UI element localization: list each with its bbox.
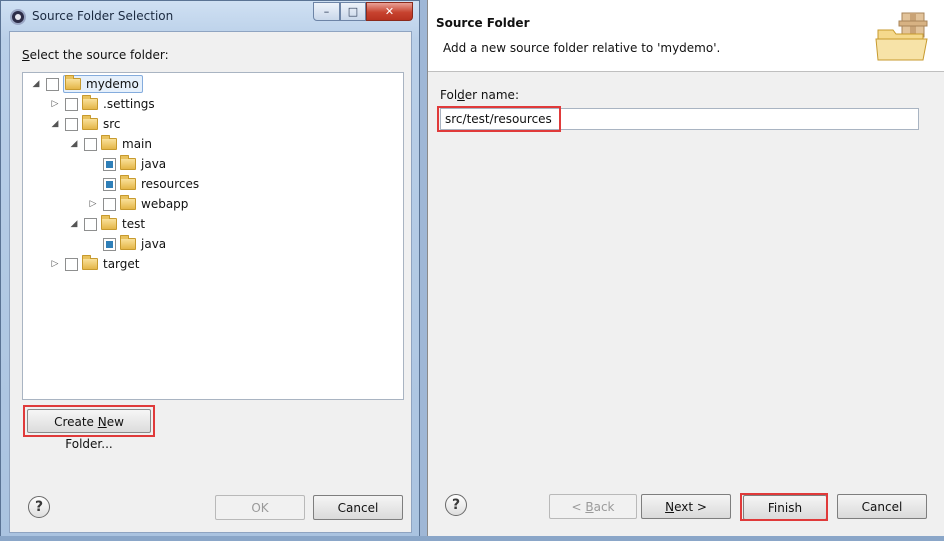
tree-item-test[interactable]: ◢ test [67,214,145,234]
folder-tree[interactable]: ◢ mydemo ▷ .settings ◢ src ◢ main java r… [22,72,404,400]
tree-item-label: src [103,117,121,131]
select-label-text: elect the source folder: [29,48,169,62]
collapsed-arrow-icon[interactable]: ▷ [48,259,62,269]
window-title: Source Folder Selection [32,9,174,23]
tree-item-label: webapp [141,197,189,211]
folder-icon [82,115,98,130]
project-folder-icon [65,75,81,90]
select-source-folder-label: Select the source folder: [22,48,169,62]
folder-icon [101,135,117,150]
tree-checkbox[interactable] [46,77,59,91]
tree-item-resources[interactable]: resources [86,174,199,194]
tree-checkbox-partial[interactable] [103,157,116,171]
source-folder-selection-window: Source Folder Selection – □ ✕ Select the… [0,0,420,541]
bottom-edge [0,536,944,541]
tree-item-label: java [141,157,167,171]
tree-item-main[interactable]: ◢ main [67,134,152,154]
tree-item-settings[interactable]: ▷ .settings [48,94,155,114]
mnemonic-d: d [457,88,465,102]
folder-label-prefix: Fol [440,88,458,102]
help-icon[interactable]: ? [445,494,467,516]
folder-icon [82,255,98,270]
tree-checkbox[interactable] [103,197,116,211]
expanded-arrow-icon[interactable]: ◢ [67,139,81,149]
tree-checkbox-partial[interactable] [103,177,116,191]
folder-icon [120,235,136,250]
finish-button[interactable]: Finish [743,495,827,520]
folder-icon [120,175,136,190]
collapsed-arrow-icon[interactable]: ▷ [86,199,100,209]
expanded-arrow-icon[interactable]: ◢ [67,219,81,229]
tree-checkbox[interactable] [65,117,78,131]
close-button[interactable]: ✕ [366,2,413,21]
folder-icon [120,155,136,170]
tree-checkbox[interactable] [65,257,78,271]
wizard-title: Source Folder [436,16,530,30]
tree-checkbox[interactable] [65,97,78,111]
cancel-button[interactable]: Cancel [837,494,927,519]
wizard-description: Add a new source folder relative to 'myd… [443,41,721,55]
back-suffix: ack [593,500,615,514]
tree-item-main-java[interactable]: java [86,154,166,174]
dialog-body: Select the source folder: ◢ mydemo ▷ .se… [9,31,412,533]
create-new-folder-button[interactable]: Create New Folder... [27,409,151,451]
tree-item-label: test [122,217,146,231]
tree-checkbox[interactable] [84,137,97,151]
expanded-arrow-icon[interactable]: ◢ [48,119,62,129]
create-folder-highlight: Create New Folder... [23,405,155,451]
eclipse-icon [10,9,26,25]
new-source-folder-wizard: Source Folder Add a new source folder re… [427,0,944,541]
next-button[interactable]: Next > [641,494,731,519]
folder-icon [120,195,136,210]
tree-item-test-java[interactable]: java [86,234,166,254]
help-icon[interactable]: ? [28,496,50,518]
expanded-arrow-icon[interactable]: ◢ [29,79,43,89]
tree-item-label: java [141,237,167,251]
mnemonic-b: B [585,500,594,514]
tree-item-label: resources [141,177,200,191]
minimize-button[interactable]: – [313,2,340,21]
create-button-prefix: Create [54,415,98,429]
wizard-header: Source Folder Add a new source folder re… [428,0,944,72]
tree-item-mydemo[interactable]: ◢ mydemo [29,74,143,94]
tree-item-label: main [122,137,152,151]
folder-label-suffix: er name: [464,88,519,102]
folder-name-input[interactable] [440,108,919,130]
mnemonic-s: S [22,48,30,62]
tree-item-webapp[interactable]: ▷ webapp [86,194,188,214]
next-suffix: ext > [674,500,707,514]
back-prefix: < [571,500,586,514]
tree-item-label: .settings [103,97,155,111]
tree-checkbox[interactable] [84,217,97,231]
collapsed-arrow-icon[interactable]: ▷ [48,99,62,109]
mnemonic-n: N [97,415,107,429]
mnemonic-n: N [665,500,675,514]
tree-item-src[interactable]: ◢ src [48,114,121,134]
source-folder-wizard-icon [875,12,928,61]
tree-item-label: target [103,257,140,271]
tree-item-target[interactable]: ▷ target [48,254,140,274]
cancel-button[interactable]: Cancel [313,495,403,520]
folder-icon [101,215,117,230]
tree-checkbox-partial[interactable] [103,237,116,251]
tree-item-label: mydemo [86,77,139,91]
maximize-button[interactable]: □ [340,2,366,21]
ok-button[interactable]: OK [215,495,305,520]
title-bar[interactable]: Source Folder Selection – □ ✕ [1,1,419,31]
back-button[interactable]: < Back [549,494,637,519]
window-gap [420,0,427,541]
folder-name-label: Folder name: [440,88,519,102]
selected-node: mydemo [63,75,143,93]
folder-icon [82,95,98,110]
